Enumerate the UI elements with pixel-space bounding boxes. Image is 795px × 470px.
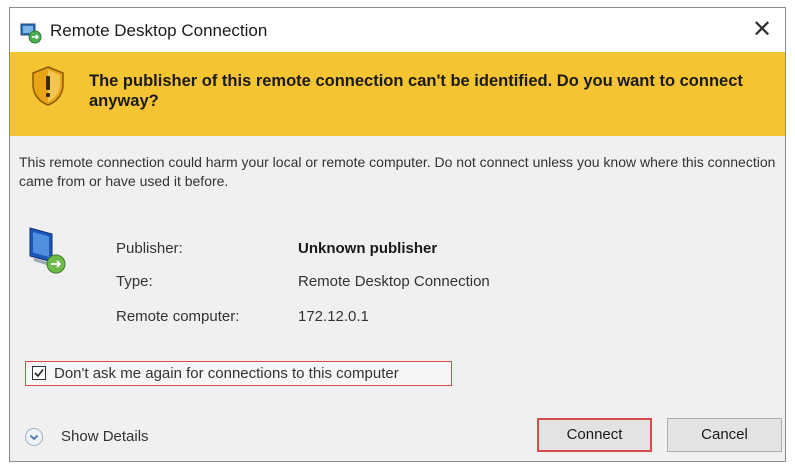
- show-details-button[interactable]: Show Details: [24, 425, 184, 449]
- checkmark-icon: [34, 369, 44, 378]
- close-button[interactable]: ✕: [739, 8, 785, 52]
- description-text: This remote connection could harm your l…: [19, 154, 776, 189]
- dont-ask-again-checkbox[interactable]: [32, 366, 46, 380]
- type-label: Type:: [116, 273, 153, 290]
- show-details-label: Show Details: [61, 428, 149, 445]
- close-icon: ✕: [751, 16, 773, 43]
- warning-banner: The publisher of this remote connection …: [10, 52, 785, 136]
- warning-shield-icon: [30, 65, 66, 107]
- rdp-dialog: Remote Desktop Connection ✕ The publishe…: [9, 7, 786, 462]
- computer-icon: [26, 224, 70, 278]
- connect-button[interactable]: Connect: [537, 418, 652, 452]
- type-value: Remote Desktop Connection: [298, 273, 490, 290]
- publisher-value: Unknown publisher: [298, 240, 438, 257]
- dont-ask-again-option[interactable]: Don't ask me again for connections to th…: [25, 361, 452, 386]
- remote-computer-value: 172.12.0.1: [298, 308, 369, 325]
- publisher-label: Publisher:: [116, 240, 183, 257]
- window-title: Remote Desktop Connection: [50, 21, 268, 40]
- remote-desktop-app-icon: [20, 22, 42, 44]
- warning-message: The publisher of this remote connection …: [89, 72, 743, 110]
- remote-computer-label: Remote computer:: [116, 308, 240, 325]
- cancel-button[interactable]: Cancel: [667, 418, 782, 452]
- dialog-content: This remote connection could harm your l…: [10, 136, 785, 461]
- expand-chevron-icon: [24, 427, 44, 447]
- title-bar: Remote Desktop Connection ✕: [10, 8, 785, 52]
- dont-ask-again-label: Don't ask me again for connections to th…: [54, 365, 399, 382]
